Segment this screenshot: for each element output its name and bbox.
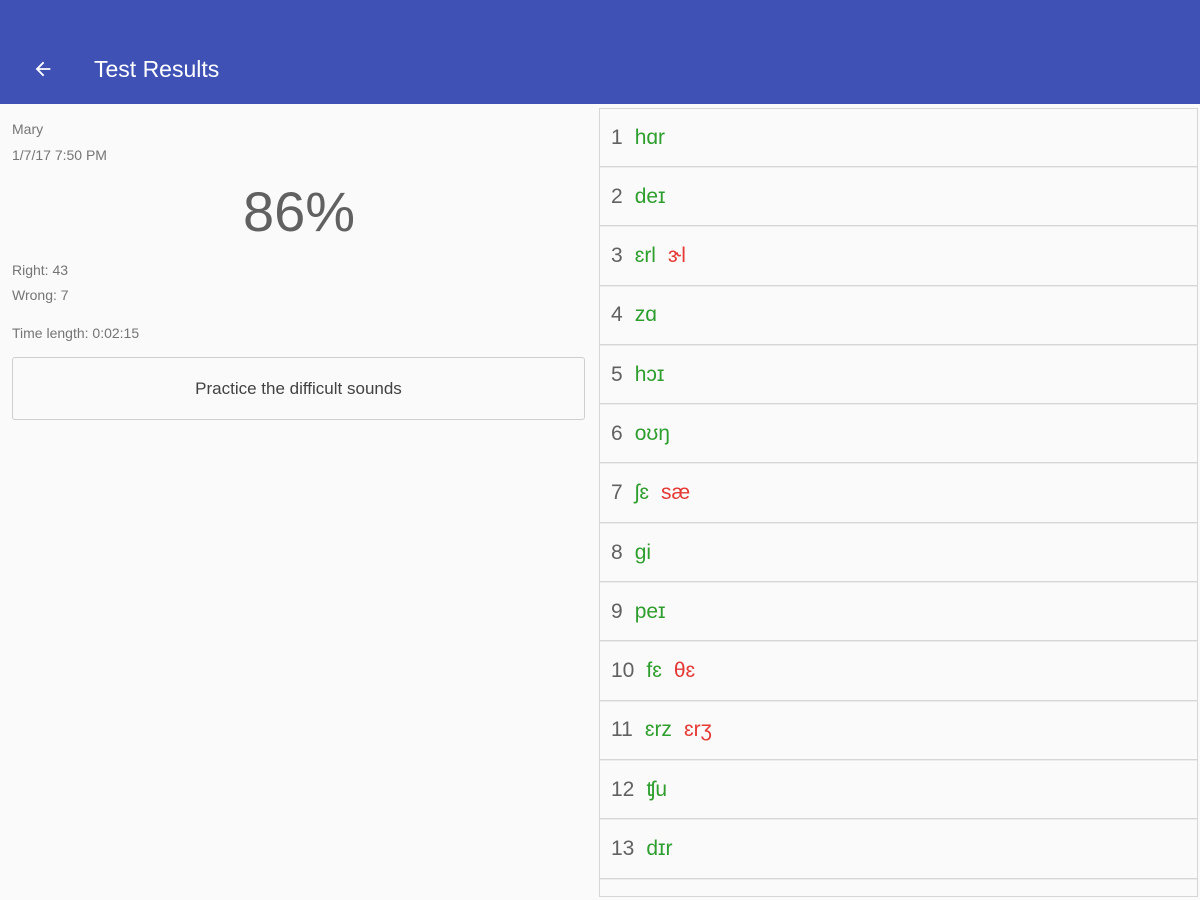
- page-title: Test Results: [94, 56, 220, 82]
- correct-answer: dɪr: [646, 837, 673, 861]
- result-number: 13: [611, 837, 635, 861]
- test-datetime: 1/7/17 7:50 PM: [12, 147, 107, 163]
- result-row[interactable]: 2 deɪ: [600, 168, 1197, 227]
- result-row[interactable]: 8 gi: [600, 524, 1197, 583]
- result-number: 7: [611, 481, 623, 505]
- correct-answer: gi: [634, 540, 652, 564]
- correct-answer: ʃɛ: [634, 481, 649, 505]
- result-row[interactable]: 13 dɪr: [600, 820, 1197, 879]
- correct-answer: oʊŋ: [634, 421, 670, 445]
- result-number: 8: [611, 540, 623, 564]
- result-number: 4: [611, 303, 623, 327]
- correct-answer: hɑr: [634, 125, 666, 149]
- student-name: Mary: [12, 121, 44, 137]
- practice-difficult-sounds-button[interactable]: Practice the difficult sounds: [12, 357, 585, 420]
- correct-answer: fɛ: [646, 659, 662, 683]
- result-number: 11: [611, 718, 633, 742]
- result-row[interactable]: 7 ʃɛ sæ: [600, 464, 1197, 523]
- correct-answer: peɪ: [634, 599, 666, 623]
- result-number: 3: [611, 244, 623, 268]
- result-row[interactable]: 10 fɛ θɛ: [600, 642, 1197, 701]
- app-bar: Test Results: [0, 0, 1200, 104]
- results-list[interactable]: 1 hɑr 2 deɪ 3 ɛrl ɝl 4 zɑ 5 hɔɪ 6 oʊŋ 7 ʃɛ sæ 8 gi 9 peɪ 10 f…: [599, 108, 1198, 897]
- correct-answer: ʧu: [646, 777, 668, 801]
- arrow-left-icon: [35, 61, 51, 77]
- correct-answer: ɛrz: [644, 718, 672, 742]
- wrong-answer: ɝl: [667, 244, 686, 268]
- summary-panel: Mary 1/7/17 7:50 PM 86% Right: 43 Wrong:…: [0, 104, 598, 900]
- result-row[interactable]: 9 peɪ: [600, 583, 1197, 642]
- correct-answer: zɑ: [634, 303, 657, 327]
- result-row[interactable]: 3 ɛrl ɝl: [600, 227, 1197, 286]
- wrong-answer: sæ: [660, 481, 691, 505]
- wrong-answer: ɛrʒ: [683, 718, 713, 742]
- result-number: 9: [611, 599, 623, 623]
- result-row[interactable]: 11 ɛrz ɛrʒ: [600, 701, 1197, 760]
- correct-answer: hɔɪ: [634, 362, 665, 386]
- result-number: 12: [611, 777, 635, 801]
- result-number: 1: [611, 125, 623, 149]
- back-button[interactable]: [26, 52, 60, 86]
- right-count: Right: 43: [12, 262, 69, 278]
- result-number: 6: [611, 421, 623, 445]
- practice-button-label: Practice the difficult sounds: [195, 378, 402, 398]
- result-number: 2: [611, 184, 623, 208]
- result-row[interactable]: 6 oʊŋ: [600, 405, 1197, 464]
- result-number: 10: [611, 659, 635, 683]
- correct-answer: deɪ: [634, 184, 666, 208]
- wrong-count: Wrong: 7: [12, 287, 69, 303]
- correct-answer: ɛrl: [634, 244, 656, 268]
- time-length: Time length: 0:02:15: [12, 325, 140, 341]
- result-number: 5: [611, 362, 623, 386]
- result-row[interactable]: 1 hɑr: [600, 109, 1197, 167]
- result-row[interactable]: 4 zɑ: [600, 286, 1197, 345]
- score-percentage: 86%: [242, 180, 356, 243]
- result-row[interactable]: 12 ʧu: [600, 761, 1197, 820]
- wrong-answer: θɛ: [673, 659, 696, 683]
- result-row[interactable]: 5 hɔɪ: [600, 346, 1197, 405]
